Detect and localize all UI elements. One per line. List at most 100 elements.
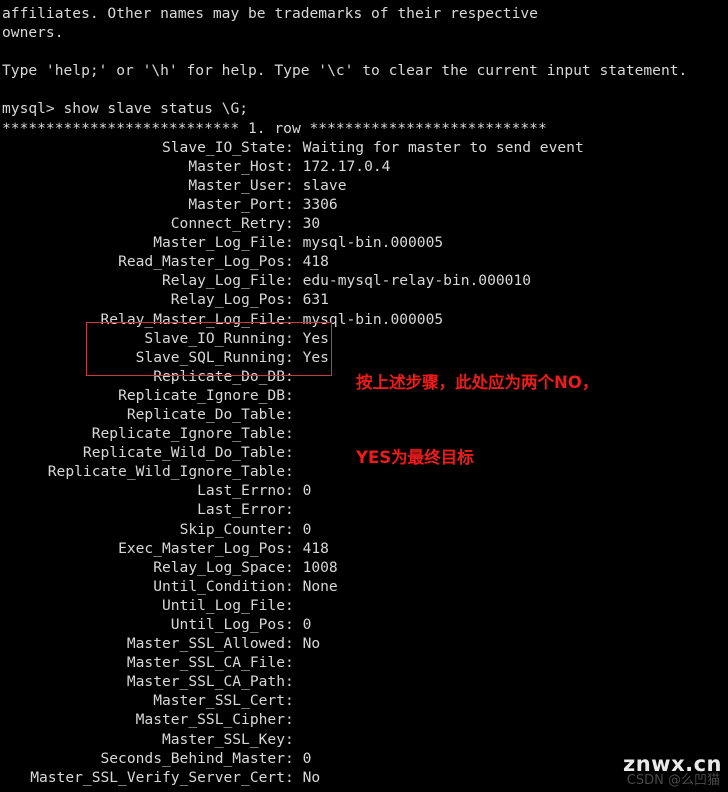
field-label: Replicate_Ignore_DB (118, 386, 285, 404)
field-colon: : (285, 501, 303, 519)
field-value: None (302, 577, 338, 595)
field-colon: : (285, 768, 303, 786)
status-row-relay-log-space: Relay_Log_Space: 1008 (0, 558, 728, 577)
field-value: 1008 (302, 558, 338, 576)
field-value: 0 (302, 520, 312, 538)
field-colon: : (285, 329, 303, 347)
field-label: Last_Errno (197, 482, 285, 500)
field-label: Exec_Master_Log_Pos (118, 539, 285, 557)
field-colon: : (285, 577, 303, 595)
field-value: slave (302, 176, 347, 194)
field-colon: : (285, 673, 303, 691)
field-value: 418 (302, 539, 329, 557)
field-label: Relay_Log_File (161, 272, 285, 290)
preamble-line-owners: owners. (2, 24, 64, 42)
status-row-master-port: Master_Port: 3306 (0, 195, 728, 214)
preamble-line-affiliates: affiliates. Other names may be trademark… (2, 5, 538, 22)
annotation-line-1: 按上述步骤，此处应为两个NO， (356, 373, 599, 392)
field-value: 3306 (302, 195, 338, 213)
field-label: Master_SSL_Cipher (135, 711, 285, 729)
status-row-master-host: Master_Host: 172.17.0.4 (0, 157, 728, 176)
status-row-master-ssl-cipher: Master_SSL_Cipher: (0, 710, 728, 729)
field-label: Relay_Log_Pos (170, 291, 285, 309)
field-value: 30 (302, 215, 321, 233)
field-colon: : (285, 157, 303, 175)
annotation-line-2: YES为最终目标 (356, 448, 474, 467)
field-value: Yes (302, 348, 329, 366)
field-colon: : (285, 692, 303, 710)
field-value: Yes (302, 329, 329, 347)
field-colon: : (285, 635, 303, 653)
field-colon: : (285, 176, 303, 194)
preamble-line-help: Type 'help;' or '\h' for help. Type '\c'… (2, 62, 688, 80)
field-value: 172.17.0.4 (302, 157, 391, 175)
status-row-until-log-file: Until_Log_File: (0, 596, 728, 615)
field-label: Master_SSL_Key (161, 730, 285, 748)
field-label: Seconds_Behind_Master (100, 749, 285, 767)
status-row-exec-master-log-pos: Exec_Master_Log_Pos: 418 (0, 539, 728, 558)
field-label: Skip_Counter (179, 520, 285, 538)
status-row-until-log-pos: Until_Log_Pos: 0 (0, 615, 728, 634)
field-label: Relay_Log_Space (153, 558, 285, 576)
field-colon: : (285, 539, 303, 557)
field-label: Master_SSL_Allowed (126, 635, 285, 653)
field-label: Relay_Master_Log_File (100, 310, 285, 328)
status-row-master-ssl-ca-file: Master_SSL_CA_File: (0, 653, 728, 672)
status-row-skip-counter: Skip_Counter: 0 (0, 520, 728, 539)
field-colon: : (285, 386, 303, 404)
field-colon: : (285, 444, 303, 462)
field-label: Until_Log_Pos (170, 616, 285, 633)
field-colon: : (285, 558, 303, 576)
field-colon: : (285, 711, 303, 729)
status-row-read-master-log-pos: Read_Master_Log_Pos: 418 (0, 252, 728, 271)
field-label: Replicate_Wild_Ignore_Table (47, 463, 285, 481)
field-value: 0 (302, 749, 312, 767)
status-row-master-log-file: Master_Log_File: mysql-bin.000005 (0, 233, 728, 252)
command-prompt-line[interactable]: mysql> show slave status \G; (0, 99, 728, 118)
status-row-master-user: Master_User: slave (0, 176, 728, 195)
field-value: No (302, 768, 321, 786)
field-colon: : (285, 596, 303, 614)
status-row-connect-retry: Connect_Retry: 30 (0, 214, 728, 233)
field-value: 418 (302, 253, 329, 271)
row-separator: *************************** 1. row *****… (2, 119, 547, 137)
status-row-relay-log-pos: Relay_Log_Pos: 631 (0, 290, 728, 309)
status-row-seconds-behind-master: Seconds_Behind_Master: 0 (0, 749, 728, 768)
status-row-slave-io-state: Slave_IO_State: Waiting for master to se… (0, 138, 728, 157)
field-colon: : (285, 234, 303, 252)
field-label: Read_Master_Log_Pos (118, 253, 285, 271)
field-colon: : (285, 616, 303, 633)
field-label: Replicate_Wild_Do_Table (82, 444, 285, 462)
field-colon: : (285, 367, 303, 385)
field-label: Slave_IO_State (161, 138, 285, 156)
field-value: 631 (302, 291, 329, 309)
field-colon: : (285, 749, 303, 767)
field-label: Master_SSL_CA_File (126, 654, 285, 672)
field-colon: : (285, 463, 303, 481)
field-label: Master_Log_File (153, 234, 285, 252)
field-label: Slave_IO_Running (144, 329, 285, 347)
field-label: Last_Error (197, 501, 285, 519)
field-colon: : (285, 520, 303, 538)
field-label: Replicate_Do_DB (153, 367, 285, 385)
field-label: Until_Log_File (161, 596, 285, 614)
field-value: 0 (302, 616, 312, 633)
field-label: Until_Condition (153, 577, 285, 595)
field-colon: : (285, 425, 303, 443)
field-value: No (302, 635, 321, 653)
status-row-until-condition: Until_Condition: None (0, 577, 728, 596)
field-label: Master_Host (188, 157, 285, 175)
field-colon: : (285, 138, 303, 156)
status-row-master-ssl-key: Master_SSL_Key: (0, 730, 728, 749)
field-label: Master_Port (188, 195, 285, 213)
field-value: mysql-bin.000005 (302, 234, 444, 252)
field-label: Replicate_Ignore_Table (91, 425, 285, 443)
status-row-master-ssl-cert: Master_SSL_Cert: (0, 691, 728, 710)
field-colon: : (285, 310, 303, 328)
terminal-screen: affiliates. Other names may be trademark… (0, 0, 728, 792)
field-colon: : (285, 291, 303, 309)
field-colon: : (285, 654, 303, 672)
field-colon: : (285, 730, 303, 748)
